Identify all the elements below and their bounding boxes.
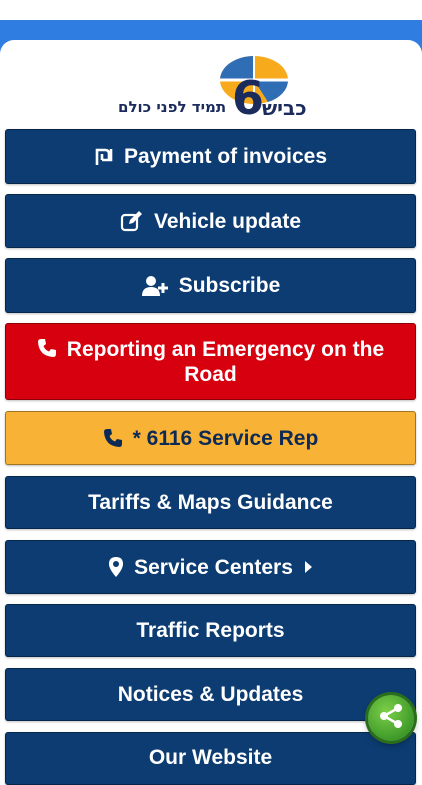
caret-right-icon [303,560,313,574]
cross-israel-highway-logo: 6 תמיד לפני כולם כביש [118,54,308,125]
traffic-reports-label: Traffic Reports [136,619,285,642]
map-marker-icon [108,556,124,578]
our-website-button[interactable]: Our Website [5,732,416,785]
vehicle-update-label: Vehicle update [153,209,302,233]
service-rep-label: * 6116 Service Rep [132,426,319,450]
our-website-label: Our Website [148,746,273,769]
logo-tagline: תמיד לפני כולם [118,98,227,116]
share-icon [378,703,404,734]
payment-of-invoices-button[interactable]: Payment of invoices [5,129,416,184]
traffic-reports-button[interactable]: Traffic Reports [5,604,416,657]
edit-icon [120,210,144,232]
subscribe-label: Subscribe [178,274,281,297]
subscribe-button[interactable]: Subscribe [5,258,416,313]
logo-numeral: 6 [232,71,264,122]
logo-word: כביש [262,96,307,120]
tariffs-maps-guidance-label: Tariffs & Maps Guidance [88,491,333,514]
report-emergency-button[interactable]: Reporting an Emergency on the Road [5,323,416,400]
shekel-icon [94,147,114,167]
payment-of-invoices-label: Payment of invoices [123,145,328,168]
notices-updates-label: Notices & Updates [117,683,304,706]
phone-icon [103,428,123,448]
share-button[interactable] [368,695,414,741]
notices-updates-button[interactable]: Notices & Updates [5,668,416,721]
report-emergency-label: Reporting an Emergency on the Road [6,337,415,387]
report-emergency-text: Reporting an Emergency on the Road [66,337,385,386]
service-rep-button[interactable]: * 6116 Service Rep [5,411,416,465]
service-centers-button[interactable]: Service Centers [5,540,416,594]
user-plus-icon [141,275,169,297]
tariffs-maps-guidance-button[interactable]: Tariffs & Maps Guidance [5,476,416,529]
service-centers-label: Service Centers [134,555,293,579]
phone-icon [37,338,57,358]
vehicle-update-button[interactable]: Vehicle update [5,194,416,248]
